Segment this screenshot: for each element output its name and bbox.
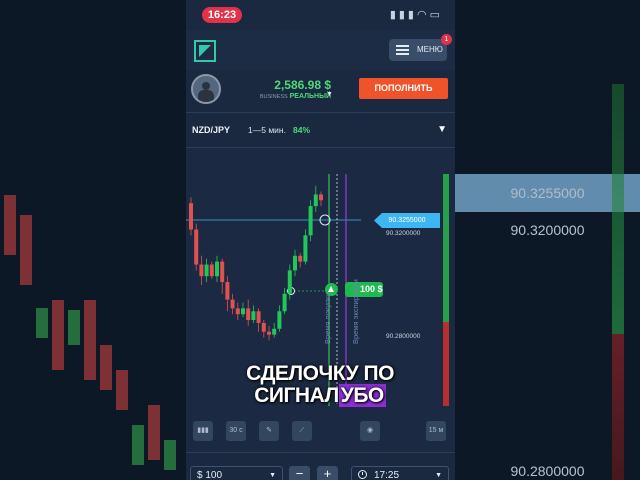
amount-decrease-button[interactable]: − xyxy=(289,466,310,480)
asset-payout: 84% xyxy=(293,125,311,135)
caption-highlight: УБО xyxy=(338,384,386,407)
hamburger-icon xyxy=(396,45,409,55)
candle xyxy=(308,206,313,236)
amount-field[interactable]: $ 100 ▼ xyxy=(190,466,283,480)
battery-icon: ▭ xyxy=(429,9,443,21)
status-icons: ▮▮▮◠▭ xyxy=(390,8,443,21)
candle xyxy=(230,299,235,309)
account-bar: 2,586.98 $ BUSINESS РЕАЛЬНЫЙ ▼ ПОПОЛНИТЬ xyxy=(186,70,455,110)
clock-icon xyxy=(358,470,367,479)
order-bar: $ 100 ▼ − + 17:25 ▼ xyxy=(186,452,455,480)
chevron-down-icon[interactable]: ▼ xyxy=(437,124,447,135)
signal-icon: ▮▮▮ xyxy=(389,9,417,21)
candle xyxy=(261,322,266,332)
chevron-down-icon[interactable]: ▼ xyxy=(435,467,442,480)
status-bar: 16:23 ▮▮▮◠▭ xyxy=(186,0,455,30)
account-type-prefix: BUSINESS xyxy=(259,94,288,100)
candle xyxy=(189,203,193,230)
candle xyxy=(293,255,297,271)
candle xyxy=(209,264,214,277)
candle xyxy=(287,270,292,294)
candle xyxy=(256,311,261,323)
candle xyxy=(267,331,271,335)
candle xyxy=(272,328,277,335)
expiry-field[interactable]: 17:25 ▼ xyxy=(351,466,449,480)
axis-price-lower: 90.2800000 xyxy=(386,333,421,340)
candle xyxy=(303,235,308,262)
eye-icon[interactable]: ◉ xyxy=(360,421,380,441)
background-candle xyxy=(132,425,144,465)
background-candle xyxy=(68,310,80,345)
status-time: 16:23 xyxy=(202,7,242,23)
chart-type-icon[interactable]: ▮▮▮ xyxy=(193,421,213,441)
background-meter-green xyxy=(612,84,624,334)
interval-button[interactable]: 30 c xyxy=(226,421,246,441)
background-candle xyxy=(52,300,64,370)
account-type-label: РЕАЛЬНЫЙ xyxy=(289,93,331,100)
axis-price-upper: 90.3200000 xyxy=(386,230,421,237)
account-dropdown-icon[interactable]: ▼ xyxy=(326,91,333,98)
indicators-icon[interactable]: ⟋ xyxy=(292,421,312,441)
candle xyxy=(251,311,256,321)
avatar[interactable] xyxy=(191,74,221,104)
menu-notification-badge: 1 xyxy=(441,34,452,45)
top-bar: МЕНЮ 1 xyxy=(186,30,455,70)
asset-timeframe: 1—5 мин. xyxy=(248,125,286,135)
expiry-value: 17:25 xyxy=(374,470,400,480)
phone-screen: 16:23 ▮▮▮◠▭ МЕНЮ 1 2,586.98 $ BUSINESS Р… xyxy=(186,0,455,480)
pencil-icon[interactable]: ✎ xyxy=(259,421,279,441)
background-candle xyxy=(20,215,32,285)
brand-logo-icon[interactable] xyxy=(194,40,216,62)
candle xyxy=(241,308,245,315)
wifi-icon: ◠ xyxy=(416,9,430,21)
candle xyxy=(199,264,204,277)
asset-selector[interactable]: NZD/JPY 1—5 мин. 84% ▼ xyxy=(186,112,455,148)
amount-increase-button[interactable]: + xyxy=(317,466,338,480)
candle xyxy=(313,194,318,207)
background-candle xyxy=(164,440,176,470)
deposit-button[interactable]: ПОПОЛНИТЬ xyxy=(359,78,448,99)
candle xyxy=(298,255,303,262)
expiry-time-label: Время экспирации xyxy=(351,279,360,344)
background-chart-left xyxy=(0,0,186,480)
candle xyxy=(225,282,230,300)
caption-line-2: СИГНАЛУБО xyxy=(0,384,640,408)
menu-label: МЕНЮ xyxy=(417,45,443,54)
candle xyxy=(246,308,251,321)
current-price-tag: 90.3255000 xyxy=(374,213,440,228)
chart-toolbar: ▮▮▮ 30 c ✎ ⟋ ◉ 15 м xyxy=(186,414,455,452)
caption-line-2-text: СИГНАЛ xyxy=(254,384,339,407)
candle xyxy=(319,194,323,201)
background-candle xyxy=(148,405,160,460)
candle xyxy=(235,308,240,315)
background-candle xyxy=(4,195,16,255)
amount-value: $ 100 xyxy=(197,470,223,480)
candle xyxy=(194,229,199,265)
chevron-down-icon[interactable]: ▼ xyxy=(269,467,276,480)
candle xyxy=(282,293,287,312)
menu-button[interactable]: МЕНЮ 1 xyxy=(389,34,452,61)
account-type[interactable]: BUSINESS РЕАЛЬНЫЙ xyxy=(241,93,331,100)
background-candle xyxy=(36,308,48,338)
timeframe-button[interactable]: 15 м xyxy=(426,421,446,441)
trade-amount: 100 $ xyxy=(360,284,383,294)
candle xyxy=(220,261,225,283)
purchase-time-label: Время покупки xyxy=(323,292,332,344)
candle xyxy=(204,264,209,277)
account-balance[interactable]: 2,586.98 $ xyxy=(266,78,331,92)
asset-pair: NZD/JPY xyxy=(192,125,231,135)
caption-line-1: СДЕЛОЧКУ ПО xyxy=(246,362,394,385)
candle xyxy=(277,311,282,329)
candle xyxy=(215,261,219,277)
sentiment-meter-up xyxy=(443,174,449,322)
